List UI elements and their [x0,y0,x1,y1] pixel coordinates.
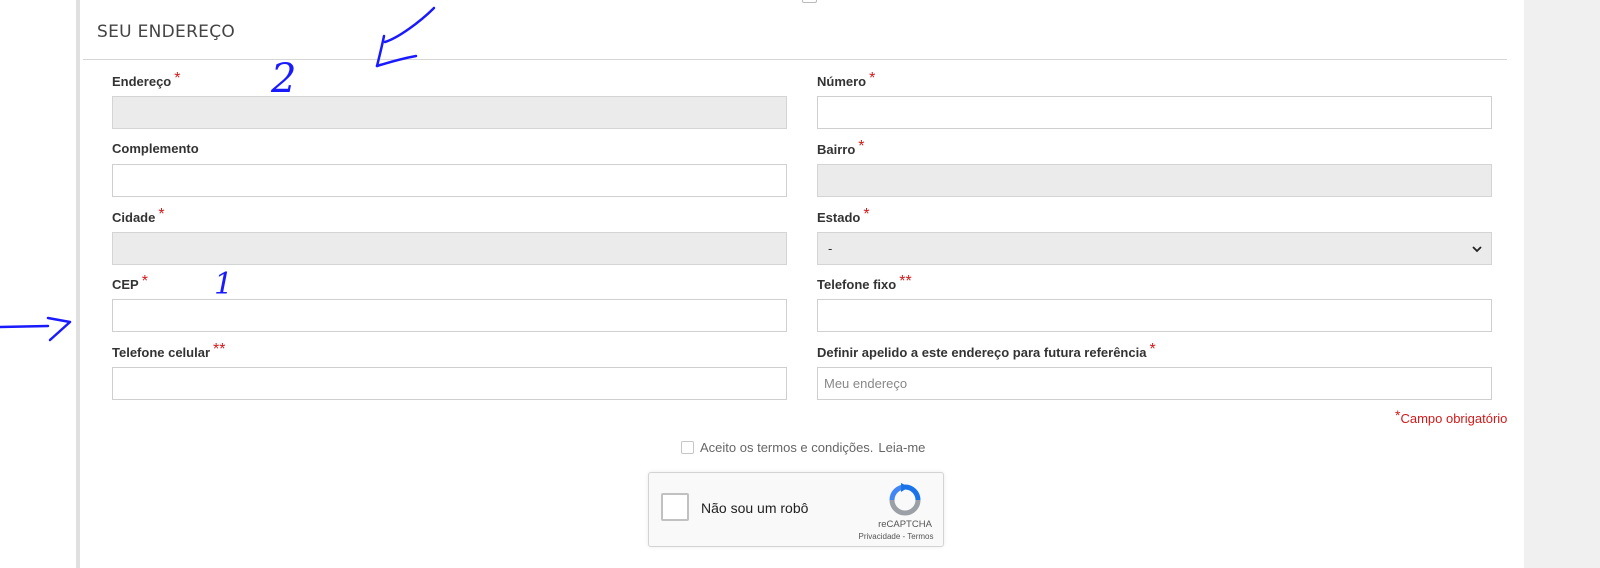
required-star: * [869,70,876,87]
recaptcha-widget: Não sou um robô reCAPTCHA Privacidade - … [648,472,944,547]
required-note-text: Campo obrigatório [1400,411,1508,426]
arrow-2-head-right [375,54,418,68]
telefone-celular-label: Telefone celular ** [112,341,226,362]
numero-label: Número * [817,70,876,91]
telefone-celular-label-text: Telefone celular [112,345,211,360]
telefone-fixo-label-text: Telefone fixo [817,277,897,292]
terms-row: Aceito os termos e condições. Leia-me [681,440,925,455]
arrow-2-shaft [383,6,436,44]
recaptcha-checkbox[interactable] [661,493,689,521]
required-star: * [858,138,865,155]
cidade-label: Cidade * [112,206,165,227]
required-star: * [174,70,181,87]
arrow-left-shaft [0,324,50,329]
bairro-label-text: Bairro [817,142,856,157]
complemento-label-text: Complemento [112,141,199,156]
required-star: * [141,273,148,290]
bairro-label: Bairro * [817,138,865,159]
left-page-border [76,0,80,568]
recaptcha-privacy-link[interactable]: Privacidade [858,532,900,541]
estado-select[interactable]: - [817,232,1492,265]
terms-checkbox[interactable] [681,441,694,454]
top-checkbox-partial[interactable] [802,0,817,3]
telefone-celular-input[interactable] [112,367,787,400]
required-star: * [1149,341,1156,358]
numero-label-text: Número [817,74,867,89]
cep-label: CEP * [112,273,148,294]
telefone-fixo-label: Telefone fixo ** [817,273,912,294]
apelido-label: Definir apelido a este endereço para fut… [817,341,1156,362]
section-divider [83,59,1507,60]
estado-selected-value: - [828,241,833,256]
bairro-input[interactable] [817,164,1492,197]
annotation-number-1: 1 [214,267,233,302]
estado-label-text: Estado [817,210,861,225]
recaptcha-terms-link[interactable]: Termos [907,532,933,541]
required-double-star: ** [899,273,912,290]
required-star: * [863,206,870,223]
cep-input[interactable] [112,299,787,332]
terms-text: Aceito os termos e condições. [700,440,874,455]
apelido-input[interactable] [817,367,1492,400]
required-double-star: ** [213,341,226,358]
apelido-label-text: Definir apelido a este endereço para fut… [817,345,1147,360]
recaptcha-brand: reCAPTCHA [878,519,932,530]
required-star: * [158,206,165,223]
cep-label-text: CEP [112,277,139,292]
endereco-input[interactable] [112,96,787,129]
complemento-input[interactable] [112,164,787,197]
arrow-2-head-left [375,34,386,68]
arrow-left-head [46,316,72,342]
endereco-label-text: Endereço [112,74,172,89]
required-note-star: * [1395,407,1401,423]
estado-label: Estado * [817,206,870,227]
required-field-note: *Campo obrigatório [1395,407,1508,426]
complemento-label: Complemento [112,141,199,156]
cidade-input[interactable] [112,232,787,265]
recaptcha-logo-icon [889,483,921,516]
right-scroll-gutter [1524,0,1600,568]
cidade-label-text: Cidade [112,210,156,225]
chevron-down-icon [1472,245,1482,252]
endereco-label: Endereço * [112,70,181,91]
terms-read-me-link[interactable]: Leia-me [878,440,925,455]
recaptcha-links: Privacidade - Termos [853,532,939,541]
section-title: SEU ENDEREÇO [97,22,236,42]
telefone-fixo-input[interactable] [817,299,1492,332]
numero-input[interactable] [817,96,1492,129]
recaptcha-label: Não sou um robô [701,500,809,516]
